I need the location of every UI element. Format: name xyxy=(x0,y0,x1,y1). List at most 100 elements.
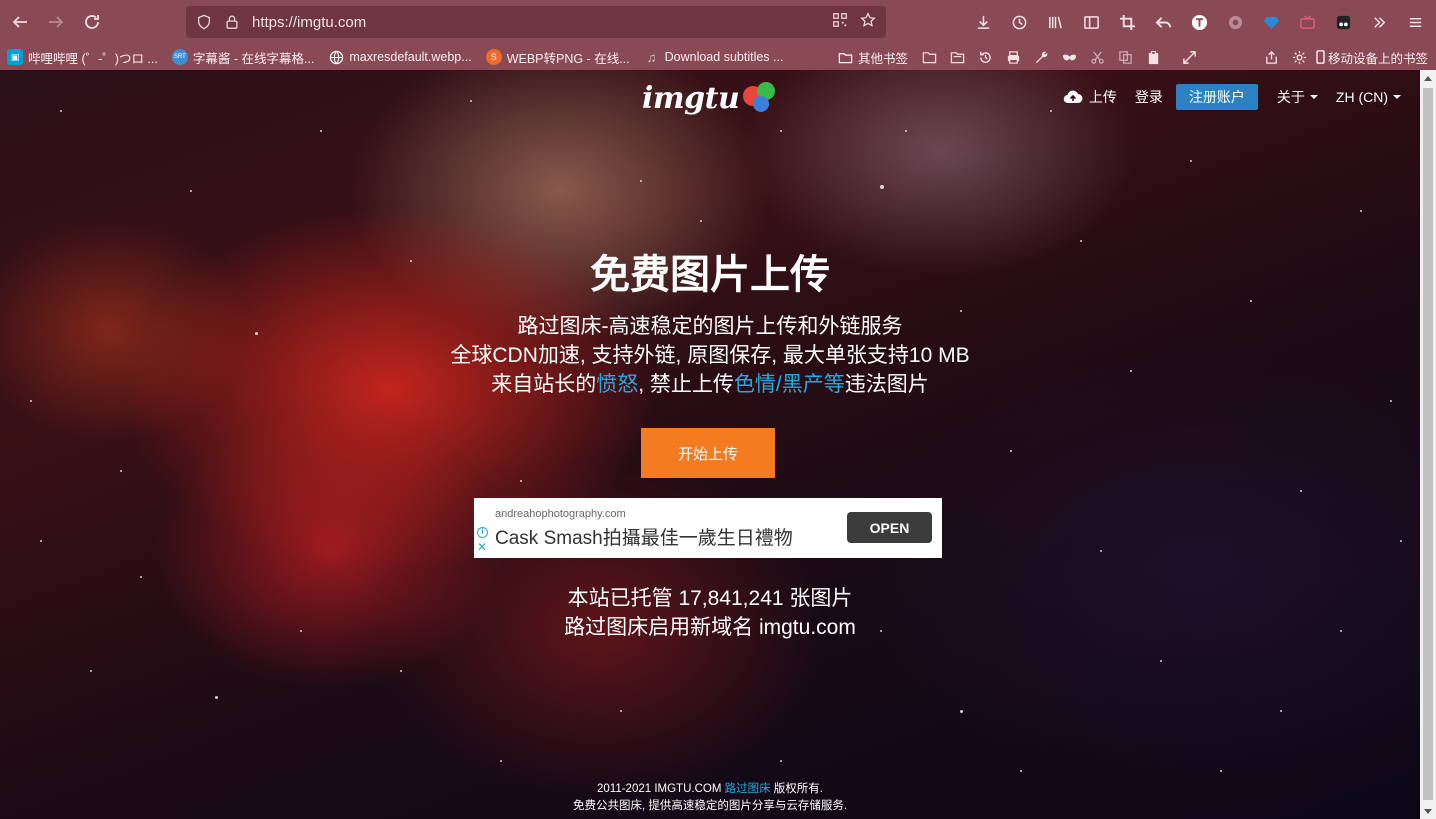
folder-open-icon[interactable] xyxy=(943,44,971,70)
bookmarks-right: 其他书签 移动设备上的书签 xyxy=(830,44,1435,70)
gear-icon[interactable] xyxy=(1285,44,1313,70)
page-viewport: imgtu 上传 登录 注册账户 关于 ZH (CN) 免费图片上传 路过图床-… xyxy=(0,70,1420,819)
translate-t-icon[interactable] xyxy=(1184,6,1214,38)
overflow-chevrons-icon[interactable] xyxy=(1364,6,1394,38)
logo-balls-icon xyxy=(743,80,783,116)
forward-arrow-icon xyxy=(49,16,64,28)
ad-info-icon[interactable]: i xyxy=(477,527,488,538)
bookmark-item[interactable]: S WEBP转PNG - 在线... xyxy=(479,44,637,70)
bookmark-label: 哔哩哔哩 (゜-゜)つロ ... xyxy=(28,51,158,66)
hero-line-1: 路过图床-高速稳定的图片上传和外链服务 xyxy=(517,315,903,338)
crop-icon[interactable] xyxy=(1112,6,1142,38)
footer-tagline: 免费公共图床, 提供高速稳定的图片分享与云存储服务. xyxy=(572,800,848,812)
url-text[interactable]: https://imgtu.com xyxy=(252,14,832,31)
ad-open-button[interactable]: OPEN xyxy=(847,512,932,543)
folder-icon xyxy=(837,49,853,65)
hero-line-3-prefix: 来自站长的 xyxy=(491,373,597,396)
prohibited-content-link[interactable]: 色情/黑产等 xyxy=(734,373,845,396)
toolbar-extensions xyxy=(968,6,1430,38)
hero-line-3-mid: , 禁止上传 xyxy=(638,373,734,396)
qr-code-icon[interactable] xyxy=(832,12,848,32)
footer-site-link[interactable]: 路过图床 xyxy=(725,783,771,795)
caret-down-icon xyxy=(1309,95,1318,99)
language-dropdown[interactable]: ZH (CN) xyxy=(1327,84,1410,110)
mask-icon[interactable] xyxy=(1055,44,1083,70)
download-icon[interactable] xyxy=(968,6,998,38)
lock-icon[interactable] xyxy=(224,13,242,31)
ad-close-icon[interactable]: ✕ xyxy=(477,541,487,553)
advertisement-banner[interactable]: andreahophotography.com Cask Smash拍攝最佳一歲… xyxy=(474,498,942,558)
language-label: ZH (CN) xyxy=(1335,89,1388,105)
vertical-scrollbar[interactable] xyxy=(1420,70,1436,819)
print-icon[interactable] xyxy=(999,44,1027,70)
copyright-line: 2011-2021 IMGTU.COM 路过图床 版权所有. xyxy=(0,781,1420,798)
extension-circle-icon[interactable] xyxy=(1220,6,1250,38)
about-dropdown[interactable]: 关于 xyxy=(1268,84,1327,110)
site-logo[interactable]: imgtu xyxy=(642,78,783,118)
bookmark-item[interactable]: ♫ Download subtitles ... xyxy=(637,44,791,70)
bookmark-label: 字幕酱 - 在线字幕格... xyxy=(192,51,315,66)
about-label: 关于 xyxy=(1276,89,1305,105)
browser-toolbar: https://imgtu.com xyxy=(0,0,1436,44)
bookmark-label: maxresdefault.webp... xyxy=(349,50,472,64)
diamond-extension-icon[interactable] xyxy=(1256,6,1286,38)
bookmark-item[interactable]: SRT 字幕酱 - 在线字幕格... xyxy=(165,44,322,70)
globe-icon xyxy=(328,49,344,65)
hero-title: 免费图片上传 xyxy=(590,252,830,298)
mobile-phone-icon xyxy=(1315,49,1325,65)
undo-arrow-icon[interactable] xyxy=(1148,6,1178,38)
scissors-icon[interactable] xyxy=(1083,44,1111,70)
start-upload-button[interactable]: 开始上传 xyxy=(641,428,775,478)
address-bar[interactable]: https://imgtu.com xyxy=(186,6,886,38)
bookmark-star-icon[interactable] xyxy=(860,12,876,32)
copy-icon[interactable] xyxy=(1111,44,1139,70)
caret-down-icon xyxy=(1393,95,1401,99)
bookmark-label: WEBP转PNG - 在线... xyxy=(506,51,630,66)
other-bookmarks-label: 其他书签 xyxy=(858,51,909,66)
reload-button[interactable] xyxy=(74,4,110,40)
bookmark-item[interactable]: maxresdefault.webp... xyxy=(321,44,478,70)
mobile-bookmarks-folder[interactable]: 移动设备上的书签 xyxy=(1313,44,1435,70)
upload-nav-label: 上传 xyxy=(1088,89,1117,105)
tampermonkey-icon[interactable] xyxy=(1328,6,1358,38)
other-bookmarks-folder[interactable]: 其他书签 xyxy=(830,44,915,70)
sidebar-icon[interactable] xyxy=(1076,6,1106,38)
hero-line-3-suffix: 违法图片 xyxy=(844,373,929,396)
login-link[interactable]: 登录 xyxy=(1126,84,1172,110)
forward-button[interactable] xyxy=(38,4,74,40)
fullscreen-icon[interactable] xyxy=(1175,44,1203,70)
logo-text: imgtu xyxy=(642,80,740,116)
bookmark-label: Download subtitles ... xyxy=(664,50,784,64)
library-icon[interactable] xyxy=(1040,6,1070,38)
top-navigation: 上传 登录 注册账户 关于 ZH (CN) xyxy=(1054,84,1410,110)
register-button[interactable]: 注册账户 xyxy=(1175,84,1258,110)
scrollbar-thumb[interactable] xyxy=(1423,88,1433,800)
site-stats: 本站已托管 17,841,241 张图片 路过图床启用新域名 imgtu.com xyxy=(0,584,1420,642)
anger-link[interactable]: 愤怒 xyxy=(596,373,638,396)
shield-icon[interactable] xyxy=(196,13,214,31)
convert-icon: S xyxy=(485,49,502,65)
srt-icon: SRT xyxy=(171,49,188,65)
ad-text[interactable]: Cask Smash拍攝最佳一歲生日禮物 xyxy=(495,523,793,550)
ad-domain: andreahophotography.com xyxy=(495,508,626,520)
subtitle-icon: ♫ xyxy=(646,49,657,65)
upload-nav-link[interactable]: 上传 xyxy=(1054,84,1126,110)
copyright-suffix: 版权所有. xyxy=(770,783,823,795)
scroll-up-arrow-icon[interactable] xyxy=(1420,70,1436,86)
bilibili-icon: ▣ xyxy=(7,49,23,65)
footer: 2011-2021 IMGTU.COM 路过图床 版权所有. 免费公共图床, 提… xyxy=(0,781,1420,815)
hero-line-3: 来自站长的愤怒, 禁止上传色情/黑产等违法图片 xyxy=(0,370,1420,399)
hamburger-menu-icon[interactable] xyxy=(1400,6,1430,38)
history-clock-icon[interactable] xyxy=(1004,6,1034,38)
bookmark-item[interactable]: ▣ 哔哩哔哩 (゜-゜)つロ ... xyxy=(0,44,165,70)
hero-description: 路过图床-高速稳定的图片上传和外链服务 全球CDN加速, 支持外链, 原图保存,… xyxy=(0,312,1420,399)
wrench-icon[interactable] xyxy=(1027,44,1055,70)
tv-extension-icon[interactable] xyxy=(1292,6,1322,38)
reload-icon xyxy=(85,15,99,29)
clipboard-icon[interactable] xyxy=(1139,44,1167,70)
scroll-down-arrow-icon[interactable] xyxy=(1420,803,1436,819)
share-icon[interactable] xyxy=(1257,44,1285,70)
back-button[interactable] xyxy=(2,4,38,40)
restore-icon[interactable] xyxy=(971,44,999,70)
folder-add-icon[interactable] xyxy=(915,44,943,70)
